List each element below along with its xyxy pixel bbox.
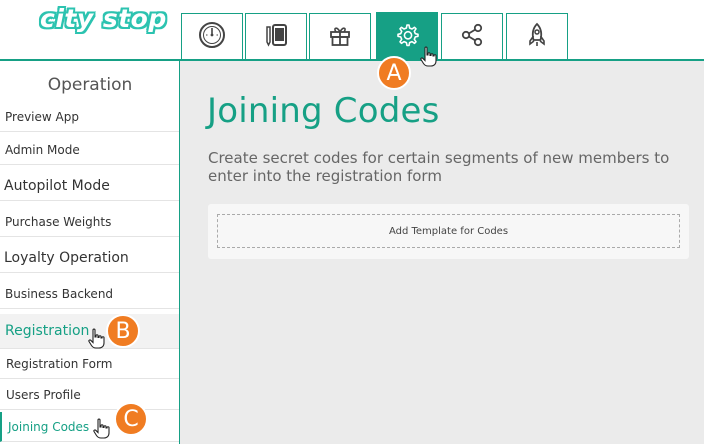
- sidebar-title: Operation: [47, 75, 133, 95]
- hand-cursor-icon: [93, 418, 110, 439]
- sidebar-item-admin-mode[interactable]: Admin Mode: [0, 135, 179, 165]
- sidebar-item-joining-codes[interactable]: Joining Codes: [0, 412, 179, 442]
- sidebar-item-label: Admin Mode: [5, 142, 80, 157]
- sidebar-item-label: Autopilot Mode: [4, 177, 110, 194]
- sidebar-item-label: Registration: [5, 323, 90, 339]
- annotation-marker-c: C: [114, 402, 148, 436]
- speedometer-icon: [197, 20, 227, 54]
- sidebar-item-purchase-weights[interactable]: Purchase Weights: [0, 207, 179, 237]
- tab-dashboard[interactable]: [181, 13, 243, 60]
- annotation-marker-a: A: [377, 56, 411, 90]
- sidebar-item-label: Business Backend: [5, 286, 114, 301]
- tab-app-design[interactable]: [245, 13, 307, 60]
- app-root: city stop Operation Preview App Admin Mo…: [0, 0, 704, 444]
- sidebar-item-label: Purchase Weights: [5, 214, 112, 229]
- sidebar-item-business-backend[interactable]: Business Backend: [0, 279, 179, 309]
- page-title: Joining Codes: [207, 91, 440, 131]
- sidebar-item-label: Registration Form: [6, 356, 113, 371]
- annotation-marker-b: B: [106, 314, 140, 348]
- sidebar-item-registration-form[interactable]: Registration Form: [0, 349, 179, 379]
- top-header: city stop: [0, 0, 704, 61]
- share-icon: [457, 20, 487, 54]
- tab-share[interactable]: [441, 13, 503, 60]
- add-template-button[interactable]: Add Template for Codes: [217, 214, 680, 248]
- logo: city stop: [40, 4, 167, 33]
- sidebar: Operation Preview App Admin Mode Autopil…: [0, 61, 180, 444]
- sidebar-item-preview-app[interactable]: Preview App: [0, 102, 179, 132]
- gift-icon: [325, 20, 355, 54]
- hand-cursor-icon: [88, 328, 105, 349]
- main-content: Joining Codes Create secret codes for ce…: [180, 61, 704, 444]
- template-card: Add Template for Codes: [208, 204, 689, 259]
- mobile-edit-icon: [261, 20, 291, 54]
- page-description: Create secret codes for certain segments…: [208, 149, 670, 185]
- sidebar-item-autopilot-mode[interactable]: Autopilot Mode: [0, 171, 179, 201]
- sidebar-item-label: Preview App: [5, 109, 79, 124]
- sidebar-item-label: Joining Codes: [8, 419, 90, 434]
- gear-icon: [392, 20, 422, 54]
- tab-launch[interactable]: [506, 13, 568, 60]
- hand-cursor-icon: [420, 46, 437, 67]
- tab-rewards[interactable]: [309, 13, 371, 60]
- sidebar-item-label: Loyalty Operation: [4, 249, 129, 266]
- sidebar-item-label: Users Profile: [6, 387, 81, 402]
- rocket-icon: [522, 20, 552, 54]
- sidebar-item-loyalty-operation[interactable]: Loyalty Operation: [0, 243, 179, 273]
- sidebar-item-users-profile[interactable]: Users Profile: [0, 380, 179, 410]
